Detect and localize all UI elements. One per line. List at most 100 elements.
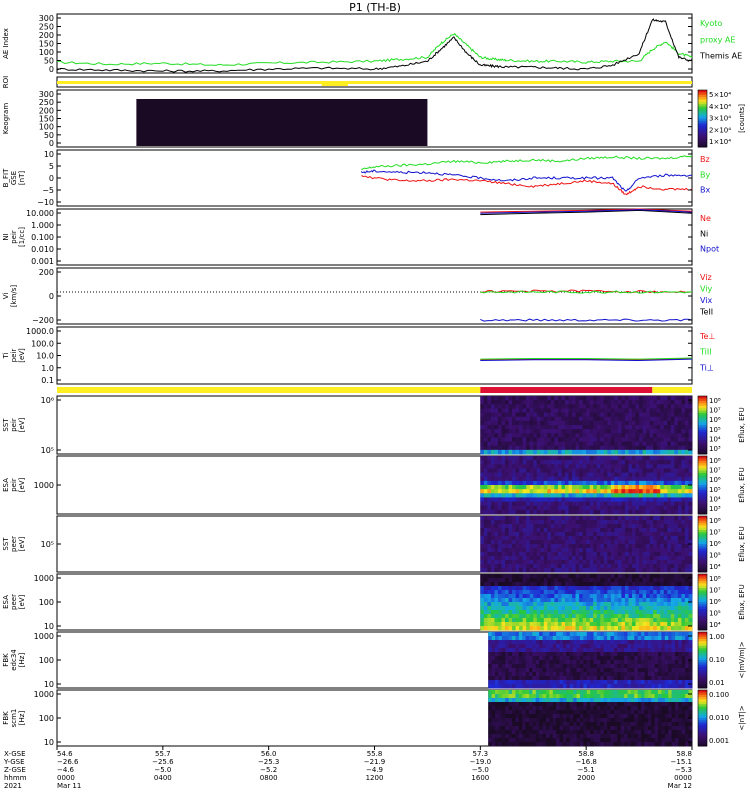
esa2-heat-cell <box>494 606 499 611</box>
esa2-heat-cell <box>487 614 492 619</box>
esa2-heat-cell <box>624 598 629 603</box>
sst2-heat-cell <box>483 552 488 557</box>
esa1-heat-cell <box>628 468 633 473</box>
esa1-heat-cell <box>540 497 545 502</box>
esa1-heat-cell <box>483 505 488 511</box>
fbk1-heat-cell <box>552 680 557 685</box>
sst2-heat-cell <box>529 540 534 545</box>
sst2-heat-cell <box>480 532 485 537</box>
sst1-heat-cell <box>646 396 651 401</box>
fbk1-heat-cell <box>586 632 591 637</box>
sst1-heat-cell <box>575 416 580 422</box>
esa2-heat-cell <box>688 610 693 615</box>
esa1-heat-cell <box>639 497 644 502</box>
fbk1-heat-cell <box>559 652 564 657</box>
fbk2-heat-cell <box>559 726 564 731</box>
fbk1-heat-cell <box>515 660 520 665</box>
esa2-heat-cell <box>596 598 601 603</box>
sst1-heat-cell <box>522 404 527 409</box>
esa2-heat-cell <box>483 602 488 607</box>
sst1-heat-cell <box>624 412 629 418</box>
sst2-heat-cell <box>628 552 633 557</box>
sst2-heat-cell <box>497 524 502 529</box>
sst2-heat-cell <box>505 528 509 533</box>
sst2-heat-cell <box>681 520 686 525</box>
sst1-heat-cell <box>674 445 679 451</box>
esa2-heat-cell <box>561 626 566 631</box>
fbk2-heat-cell <box>576 734 581 739</box>
sst1-heat-cell <box>628 420 633 426</box>
fbk1-heat-cell <box>664 640 669 645</box>
esa1-heat-cell <box>540 476 545 482</box>
esa2-heat-cell <box>557 578 562 583</box>
sst2-heat-cell <box>681 516 686 521</box>
fbk1-heat-cell <box>542 672 547 677</box>
sst2-heat-cell <box>677 516 682 521</box>
sst1-heat-cell <box>628 437 633 442</box>
esa1-heat-cell <box>688 464 693 469</box>
esa2-heat-cell <box>515 602 520 607</box>
sst2-heat-cell <box>596 520 601 525</box>
fbk2-heat-cell <box>539 690 543 695</box>
esa1-ylabel: ESA peir [eV] <box>2 477 26 492</box>
esa1-heat-cell <box>589 472 594 478</box>
esa2-heat-cell <box>526 622 531 627</box>
sst2-heat-cell <box>572 552 576 557</box>
esa2-heat-cell <box>667 582 672 587</box>
esa1-heat-cell <box>515 497 520 502</box>
sst2-heat-cell <box>660 516 665 521</box>
bfgm-legend-entry: Bx <box>700 186 710 195</box>
fbk2-heat-cell <box>569 718 574 723</box>
sst1-heat-cell <box>568 404 573 409</box>
esa1-heat-cell <box>529 493 534 498</box>
fbk1-heat-cell <box>668 660 673 665</box>
fbk2-heat-cell <box>518 690 523 695</box>
sst2-heat-cell <box>646 548 651 553</box>
sst2-heat-cell <box>572 540 576 545</box>
sst2-heat-cell <box>575 560 580 565</box>
esa1-heat-cell <box>490 505 495 511</box>
esa1-heat-cell <box>557 505 562 511</box>
esa1-colorbar-tick: 10⁵ <box>709 486 721 494</box>
sst2-ytick-label: 10⁵ <box>41 540 54 549</box>
esa2-heat-cell <box>582 610 587 615</box>
esa2-heat-cell <box>494 598 499 603</box>
fbk1-heat-cell <box>569 668 574 673</box>
fbk2-heat-cell <box>491 742 496 747</box>
fbk1-heat-cell <box>654 664 659 669</box>
fbk2-heat-cell <box>491 706 496 711</box>
esa1-heat-cell <box>667 505 672 511</box>
esa1-heat-cell <box>543 509 548 515</box>
sst1-heat-cell <box>670 449 675 455</box>
sst1-heat-cell <box>550 449 555 455</box>
esa1-heat-cell <box>677 456 682 461</box>
esa2-heat-cell <box>575 578 580 583</box>
sst2-heat-cell <box>670 540 675 545</box>
fbk1-ylabel-line: edc34 <box>10 649 18 671</box>
sst2-heat-cell <box>543 552 548 557</box>
sst1-heat-cell <box>586 400 591 405</box>
sst2-heat-cell <box>547 552 552 557</box>
esa2-heat-cell <box>526 594 531 599</box>
esa1-heat-cell <box>557 456 562 461</box>
esa1-heat-cell <box>533 485 538 490</box>
sst1-heat-cell <box>565 425 569 430</box>
sst1-heat-cell <box>557 441 562 447</box>
esa1-heat-cell <box>579 493 584 498</box>
fbk1-heat-cell <box>515 648 520 653</box>
fbk2-heat-cell <box>576 742 581 747</box>
fbk2-heat-cell <box>529 706 533 711</box>
sst1-heat-cell <box>529 404 534 409</box>
sst1-heat-cell <box>688 425 693 430</box>
esa2-heat-cell <box>632 606 636 611</box>
esa2-heat-cell <box>519 582 524 587</box>
sst1-heat-cell <box>660 416 665 422</box>
fbk2-heat-cell <box>535 694 540 699</box>
esa1-heat-cell <box>579 472 584 478</box>
fbk1-heat-cell <box>644 684 649 689</box>
esa2-heat-cell <box>589 578 594 583</box>
fbk2-heat-cell <box>508 722 513 727</box>
esa2-heat-cell <box>550 602 555 607</box>
sst2-heat-cell <box>632 564 636 569</box>
sst2-heat-cell <box>603 532 608 537</box>
